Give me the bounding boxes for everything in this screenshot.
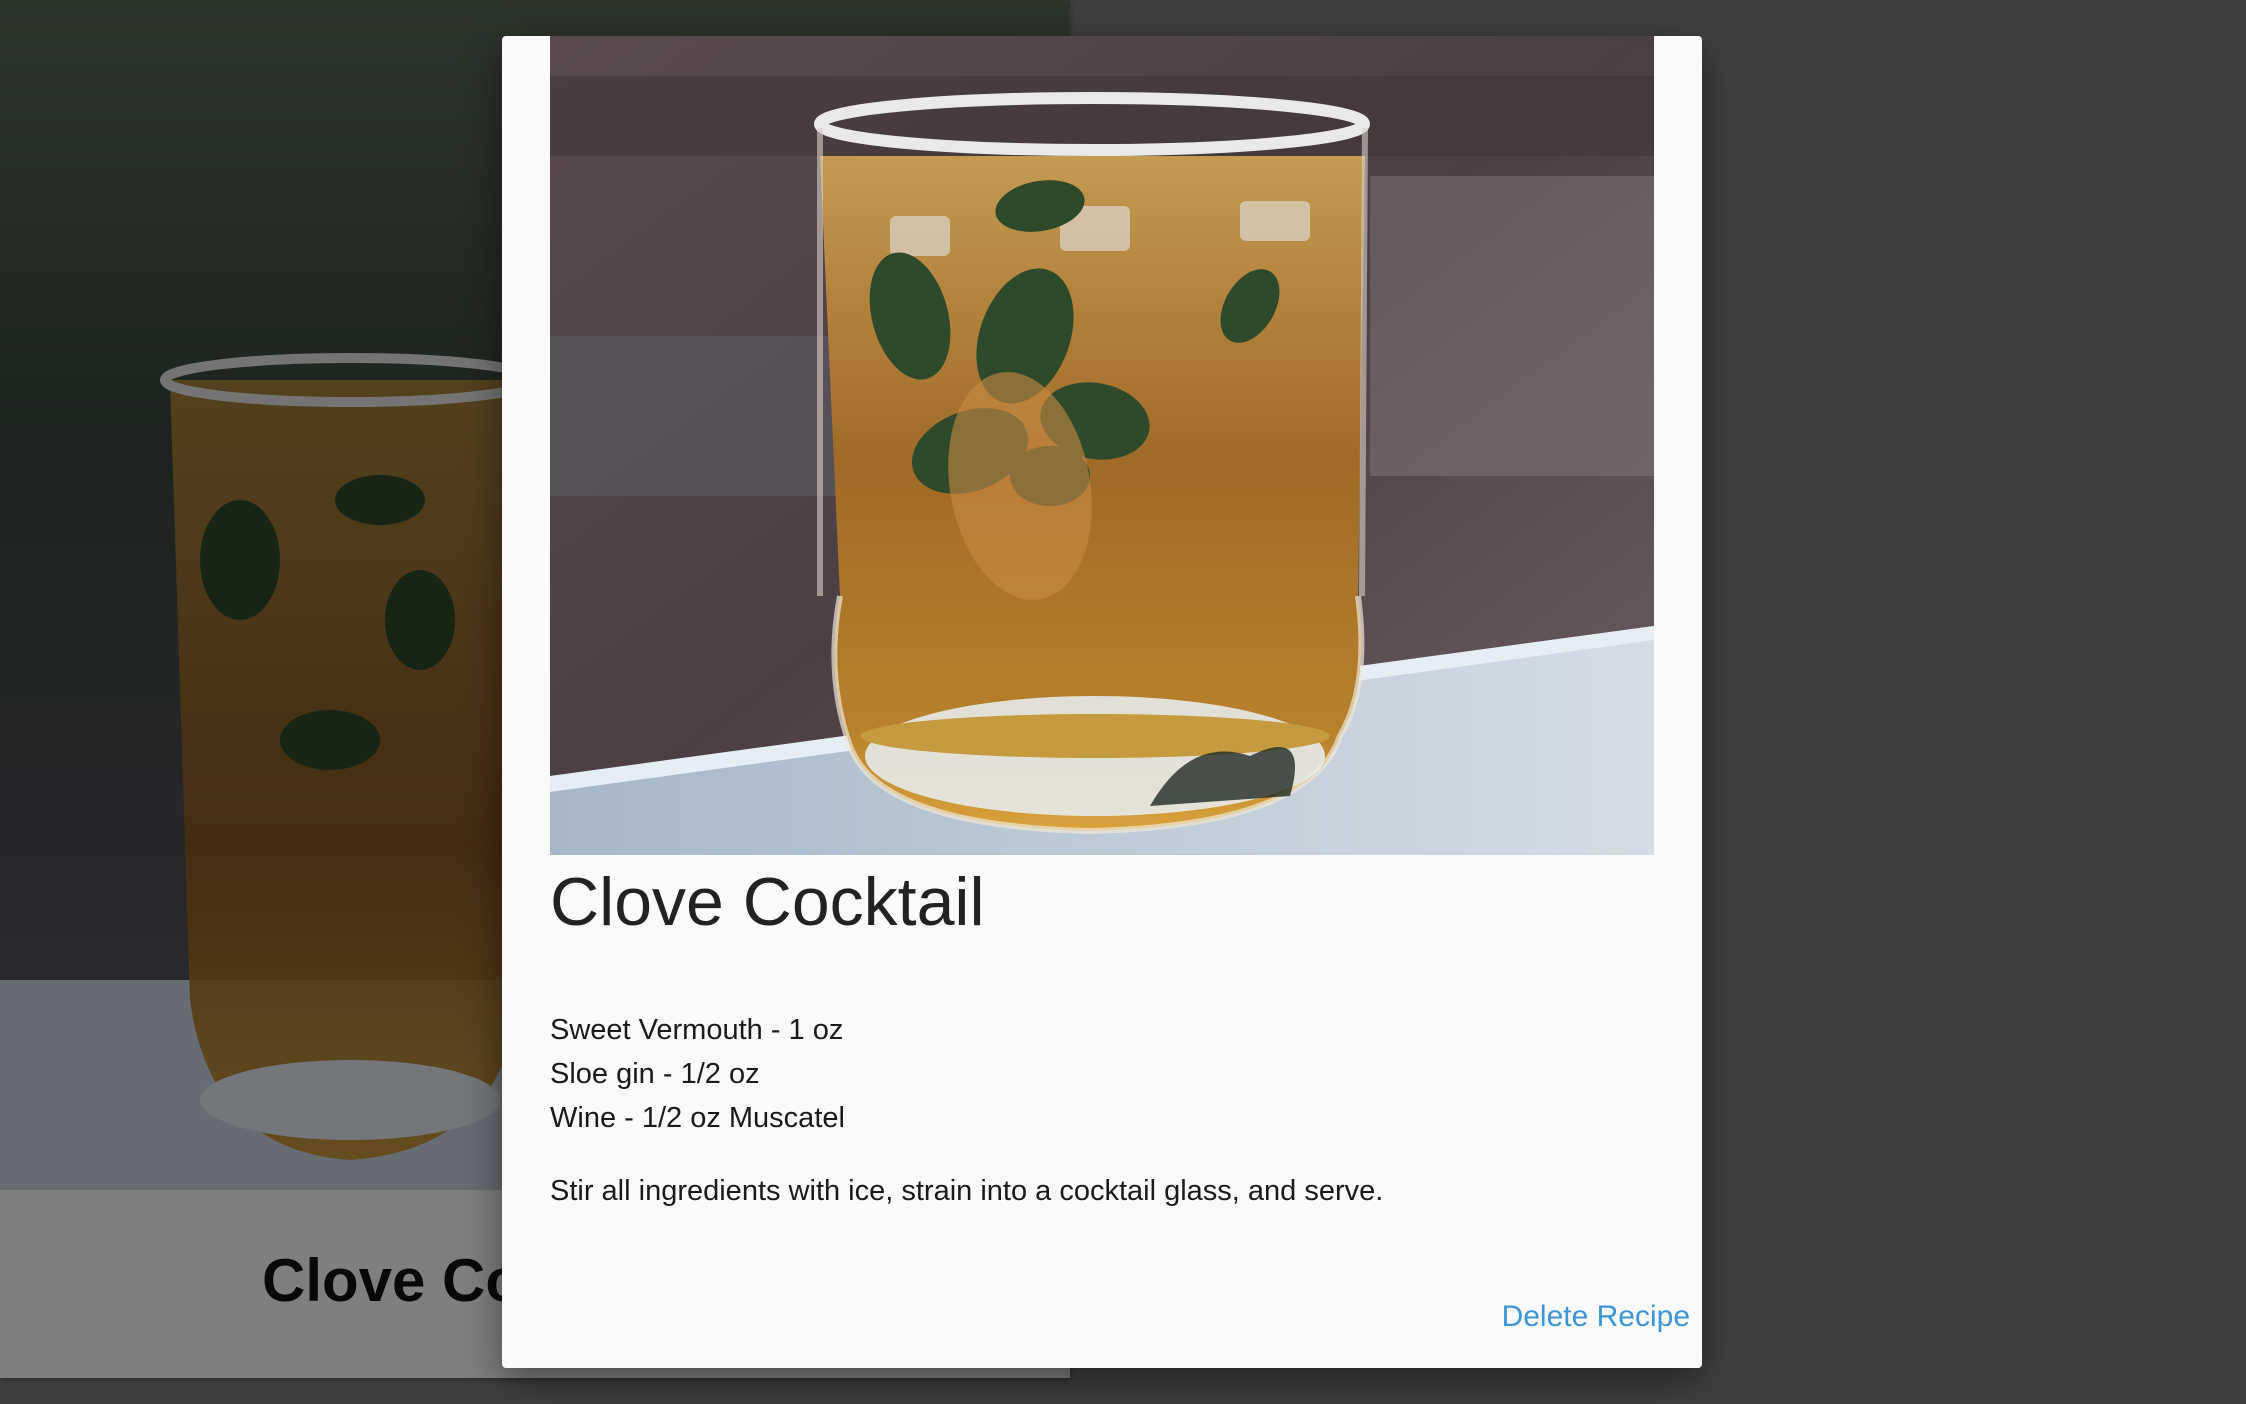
ingredient-item: Sloe gin - 1/2 oz [550, 1058, 760, 1090]
delete-recipe-button[interactable]: Delete Recipe [1502, 1300, 1690, 1334]
ingredient-item: Wine - 1/2 oz Muscatel [550, 1102, 845, 1134]
ingredient-list: Sweet Vermouth - 1 oz Sloe gin - 1/2 oz … [550, 1008, 845, 1140]
ingredient-item: Sweet Vermouth - 1 oz [550, 1014, 844, 1046]
recipe-title: Clove Cocktail [550, 864, 985, 940]
recipe-instructions: Stir all ingredients with ice, strain in… [550, 1175, 1384, 1207]
recipe-photo [550, 36, 1654, 855]
recipe-modal: Clove Cocktail Sweet Vermouth - 1 oz Slo… [502, 36, 1702, 1368]
